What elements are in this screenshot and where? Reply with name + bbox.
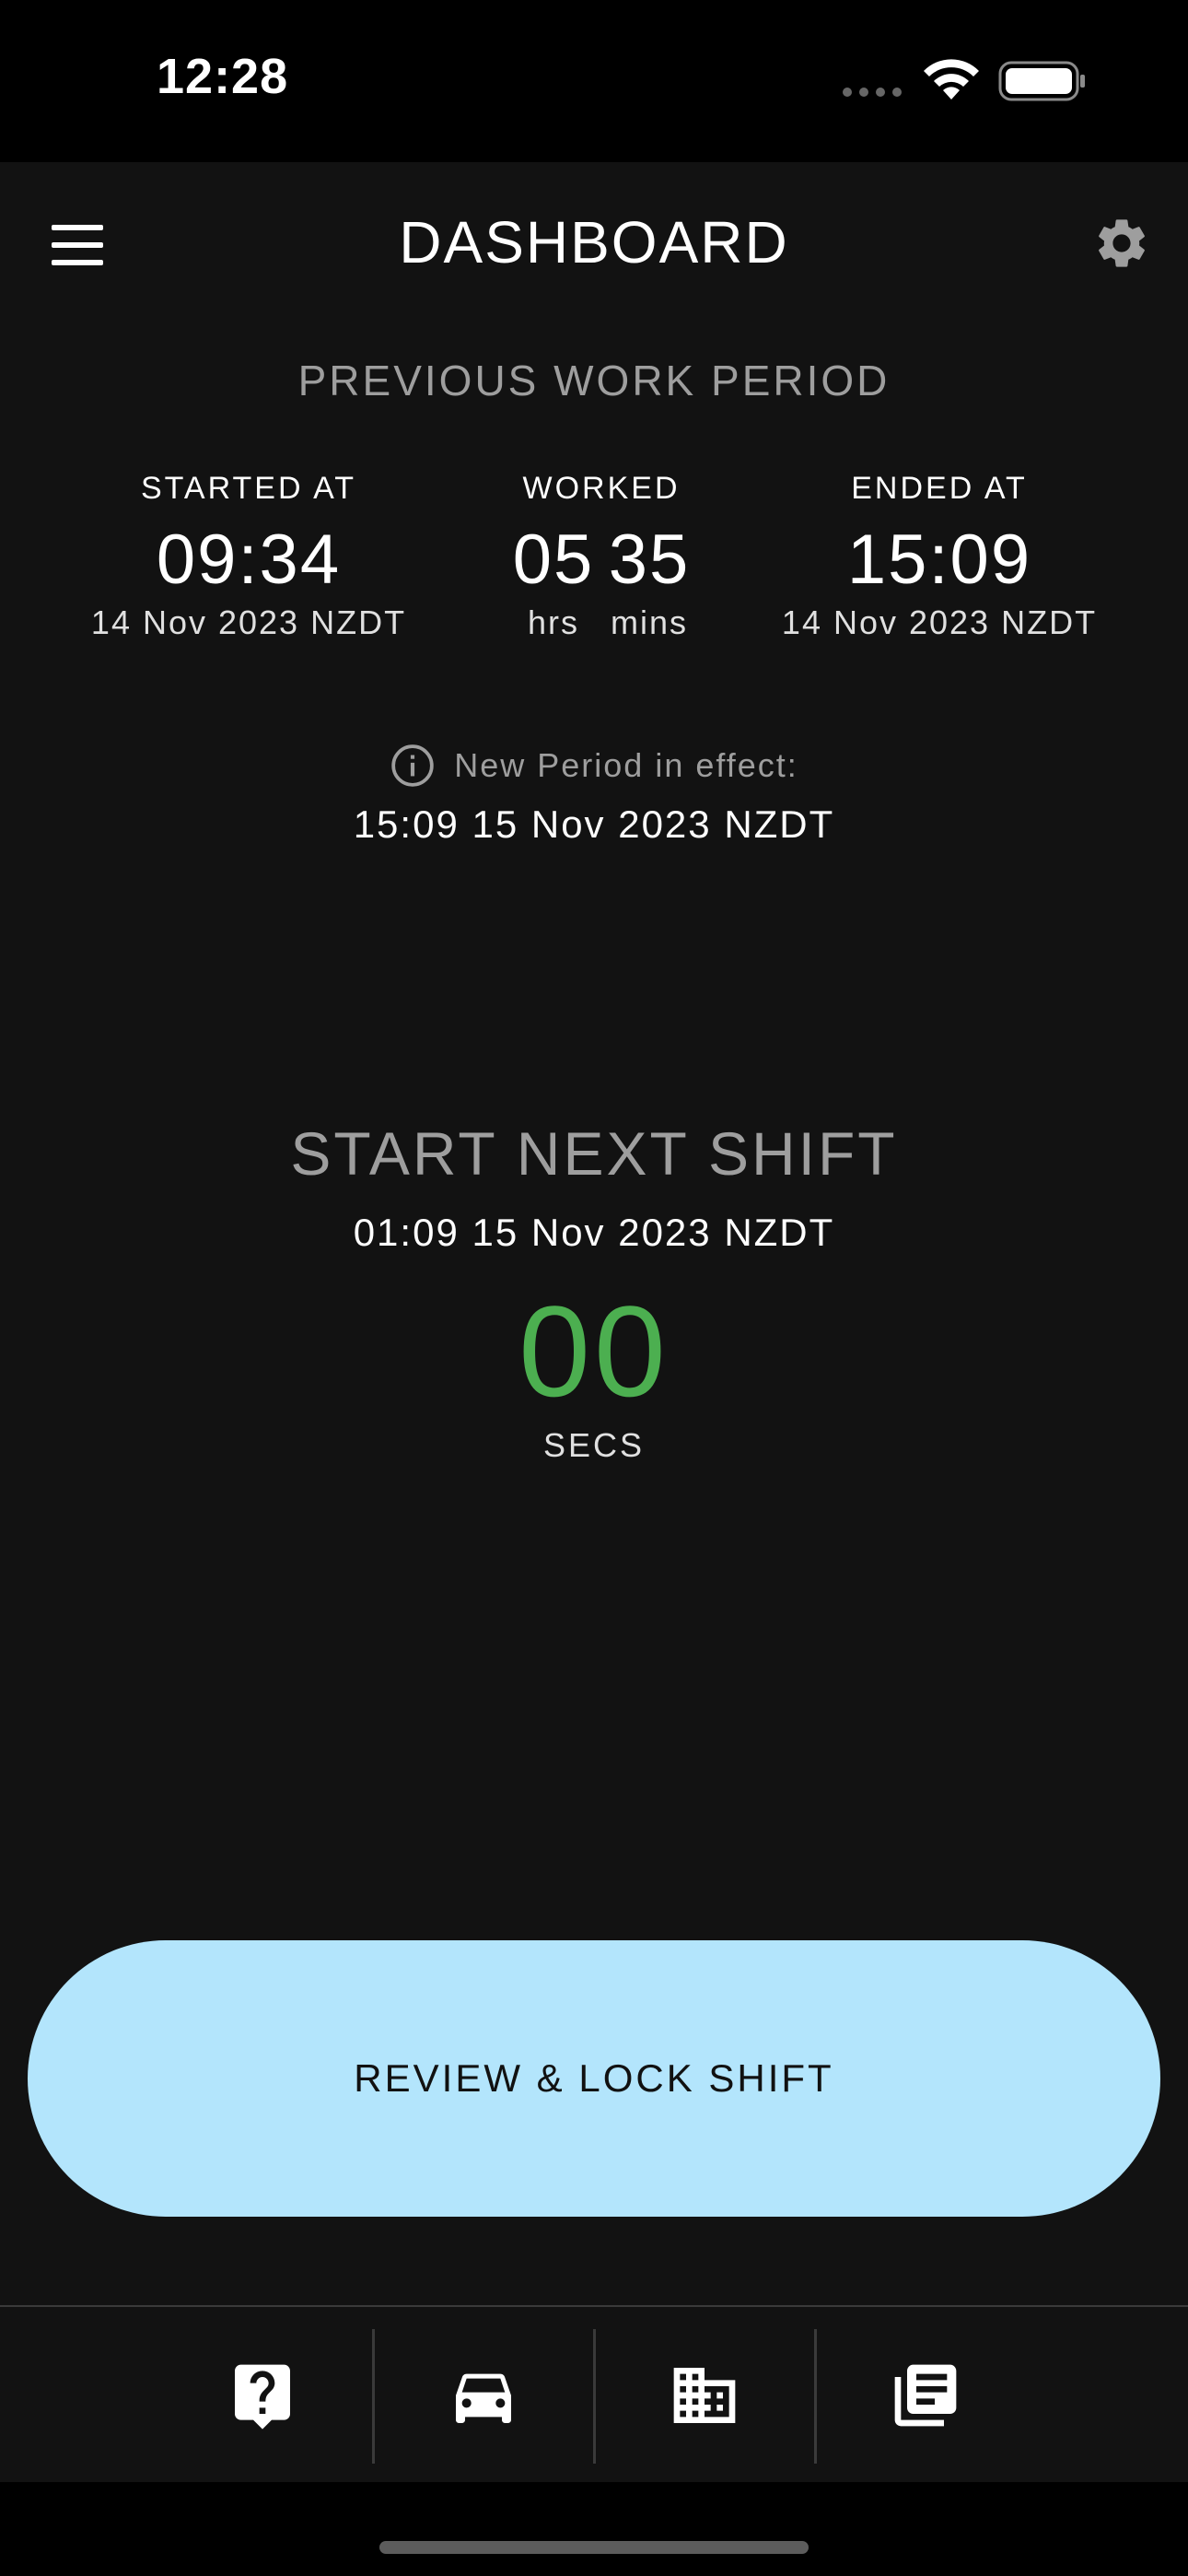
started-at-label: STARTED AT — [140, 471, 357, 506]
worked-units: hrs mins — [408, 603, 795, 642]
started-at-block: STARTED AT 09:34 14 Nov 2023 NZDT — [55, 471, 442, 642]
nav-records-button[interactable] — [816, 2307, 1035, 2484]
countdown-unit: SECS — [542, 1426, 646, 1464]
status-time: 12:28 — [157, 49, 289, 104]
worked-duration: 05 35 — [408, 520, 795, 600]
bottom-navigation — [0, 2305, 1188, 2484]
worked-minutes-unit: mins — [610, 603, 688, 641]
worked-minutes: 35 — [608, 521, 691, 599]
car-icon — [456, 2373, 511, 2423]
home-indicator[interactable] — [379, 2541, 809, 2554]
help-question-icon — [235, 2364, 290, 2430]
countdown-value: 00 — [518, 1279, 670, 1423]
started-at-date: 14 Nov 2023 NZDT — [90, 603, 407, 641]
cellular-signal-icon — [843, 88, 902, 97]
ended-at-date: 14 Nov 2023 NZDT — [781, 603, 1098, 641]
review-lock-shift-button[interactable]: REVIEW & LOCK SHIFT — [28, 1940, 1160, 2217]
nav-vehicle-button[interactable] — [374, 2307, 593, 2484]
battery-icon — [998, 61, 1085, 101]
worked-hours-unit: hrs — [527, 603, 579, 641]
previous-work-period-heading: PREVIOUS WORK PERIOD — [297, 357, 891, 404]
nav-help-button[interactable] — [153, 2307, 372, 2484]
records-list-icon — [894, 2364, 957, 2427]
worked-block: WORKED 05 35 hrs mins — [408, 471, 795, 642]
worked-hours: 05 — [512, 521, 595, 599]
status-bar: 12:28 — [0, 0, 1188, 162]
ended-at-label: ENDED AT — [851, 471, 1028, 506]
next-shift-date: 01:09 15 Nov 2023 NZDT — [353, 1211, 835, 1254]
nav-company-button[interactable] — [595, 2307, 814, 2484]
wifi-icon — [924, 59, 979, 100]
info-icon — [391, 744, 434, 787]
new-period-label: New Period in effect: — [454, 746, 798, 784]
started-at-time: 09:34 — [156, 521, 342, 599]
worked-label: WORKED — [522, 471, 681, 506]
new-period-date: 15:09 15 Nov 2023 NZDT — [353, 802, 835, 846]
start-next-shift-title: START NEXT SHIFT — [290, 1119, 898, 1188]
ended-at-time: 15:09 — [846, 521, 1032, 599]
dashboard-screen: DASHBOARD PREVIOUS WORK PERIOD STARTED A… — [0, 162, 1188, 2484]
home-indicator-area — [0, 2482, 1188, 2576]
page-title: DASHBOARD — [399, 209, 789, 275]
ended-at-block: ENDED AT 15:09 14 Nov 2023 NZDT — [746, 471, 1133, 642]
new-period-info: New Period in effect: 15:09 15 Nov 2023 … — [0, 743, 1188, 847]
gear-icon[interactable] — [1092, 214, 1151, 273]
building-icon — [673, 2368, 736, 2423]
